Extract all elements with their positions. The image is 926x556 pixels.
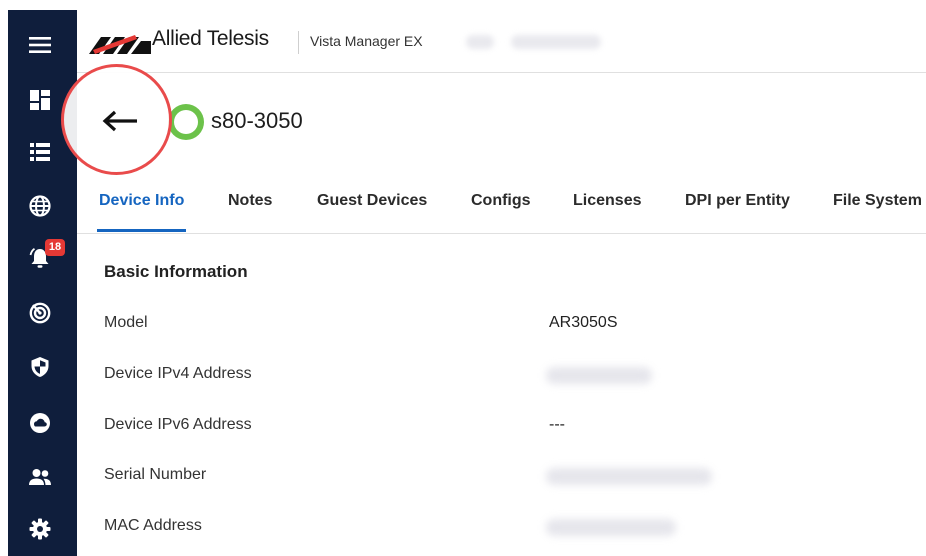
radar-icon[interactable] <box>25 298 55 328</box>
tab-file-system[interactable]: File System <box>833 192 922 210</box>
info-value-model: AR3050S <box>549 314 618 331</box>
shield-icon[interactable] <box>25 352 55 382</box>
product-name: Vista Manager EX <box>310 33 423 49</box>
header-divider <box>298 31 299 54</box>
redacted-mac-value <box>546 519 676 536</box>
tab-configs[interactable]: Configs <box>471 192 531 210</box>
menu-icon[interactable] <box>25 30 55 60</box>
redacted-user <box>466 35 494 49</box>
notification-badge: 18 <box>45 239 65 256</box>
section-title: Basic Information <box>104 262 248 281</box>
info-value-ipv6: --- <box>549 416 565 433</box>
top-header: Allied Telesis Vista Manager EX <box>77 0 926 73</box>
tab-bar: Device Info Notes Guest Devices Configs … <box>77 180 926 234</box>
users-icon[interactable] <box>25 462 55 492</box>
tab-licenses[interactable]: Licenses <box>573 192 641 210</box>
tab-device-info[interactable]: Device Info <box>99 192 184 210</box>
active-tab-indicator <box>97 229 186 232</box>
arrow-left-icon <box>102 110 137 132</box>
gear-icon[interactable] <box>25 514 55 544</box>
info-label-mac: MAC Address <box>104 517 202 534</box>
info-label-serial: Serial Number <box>104 466 207 483</box>
redacted-host <box>511 35 601 49</box>
device-status-icon <box>168 104 204 140</box>
back-button[interactable] <box>100 108 140 134</box>
tab-dpi-per-entity[interactable]: DPI per Entity <box>685 192 790 210</box>
globe-icon[interactable] <box>25 191 55 221</box>
redacted-serial-value <box>546 468 712 485</box>
tab-guest-devices[interactable]: Guest Devices <box>317 192 427 210</box>
dashboard-icon[interactable] <box>25 85 55 115</box>
sidebar: 18 <box>0 0 77 556</box>
tab-notes[interactable]: Notes <box>228 192 272 210</box>
brand-name: Allied Telesis <box>152 27 269 50</box>
cloud-icon[interactable] <box>25 408 55 438</box>
list-icon[interactable] <box>25 137 55 167</box>
info-label-ipv4: Device IPv4 Address <box>104 365 252 382</box>
allied-telesis-logo-icon <box>89 35 151 54</box>
notification-icon[interactable]: 18 <box>25 239 65 273</box>
info-label-ipv6: Device IPv6 Address <box>104 416 252 433</box>
redacted-ipv4-value <box>546 367 652 384</box>
device-name: s80-3050 <box>211 108 303 133</box>
info-label-model: Model <box>104 314 148 331</box>
